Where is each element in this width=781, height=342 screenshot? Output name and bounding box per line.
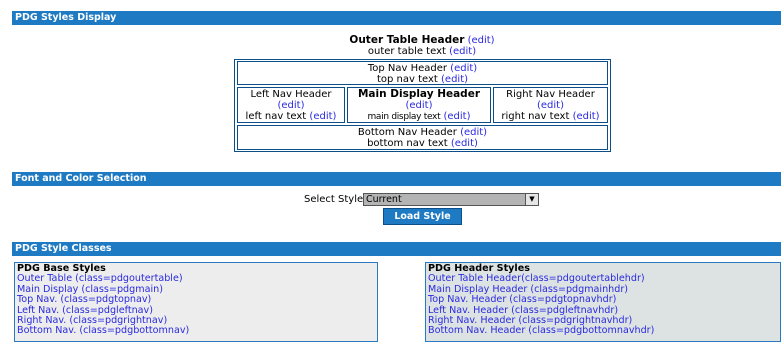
- outer-header-edit-link[interactable]: (edit): [468, 35, 495, 46]
- section-header-styles-display: PDG Styles Display: [12, 11, 781, 25]
- select-style-label: Select Style: [304, 194, 364, 205]
- right-nav-cell: Right Nav Header (edit) right nav text (…: [493, 87, 608, 123]
- main-display-header: Main Display Header: [357, 88, 481, 100]
- outer-table-text: outer table text: [367, 46, 446, 57]
- top-nav-cell: Top Nav Header (edit) top nav text (edit…: [237, 61, 608, 85]
- left-nav-header: Left Nav Header: [250, 89, 332, 100]
- bottom-text-edit-link[interactable]: (edit): [451, 138, 478, 149]
- main-display-cell: Main Display Header (edit) main display …: [347, 87, 491, 123]
- chevron-down-icon[interactable]: ▼: [525, 194, 538, 205]
- base-style-link[interactable]: Bottom Nav. (class=pdgbottomnav): [17, 326, 375, 337]
- right-nav-text: right nav text: [501, 111, 570, 122]
- left-header-edit-link[interactable]: (edit): [277, 100, 304, 111]
- base-styles-list: Outer Table (class=pdgoutertable) Main D…: [17, 273, 375, 337]
- style-select-dropdown[interactable]: Current ▼: [363, 193, 539, 206]
- left-nav-text: left nav text: [245, 111, 307, 122]
- right-text-edit-link[interactable]: (edit): [573, 111, 600, 122]
- bottom-nav-header: Bottom Nav Header: [357, 127, 457, 138]
- left-nav-cell: Left Nav Header (edit) left nav text (ed…: [237, 87, 345, 123]
- load-style-button[interactable]: Load Style: [383, 208, 462, 225]
- main-display-text: main display text: [367, 112, 441, 122]
- main-header-edit-link[interactable]: (edit): [405, 100, 432, 111]
- header-style-link[interactable]: Bottom Nav. Header (class=pdgbottomnavhd…: [428, 326, 778, 337]
- main-text-edit-link[interactable]: (edit): [444, 111, 471, 122]
- header-styles-panel: PDG Header Styles Outer Table Header(cla…: [425, 262, 781, 342]
- top-nav-header: Top Nav Header: [367, 63, 447, 74]
- right-header-edit-link[interactable]: (edit): [537, 100, 564, 111]
- bottom-nav-text: bottom nav text: [367, 138, 448, 149]
- style-select-value: Current: [366, 194, 402, 205]
- section-header-font-color: Font and Color Selection: [12, 172, 781, 186]
- outer-table-preview: Top Nav Header (edit) top nav text (edit…: [234, 59, 611, 152]
- top-header-edit-link[interactable]: (edit): [450, 63, 477, 74]
- section-header-style-classes: PDG Style Classes: [12, 242, 781, 256]
- outer-text-edit-link[interactable]: (edit): [449, 46, 476, 57]
- top-nav-text: top nav text: [376, 74, 438, 85]
- outer-table-header-block: Outer Table Header (edit) outer table te…: [0, 34, 781, 58]
- outer-table-header: Outer Table Header: [349, 34, 465, 46]
- bottom-nav-cell: Bottom Nav Header (edit) bottom nav text…: [237, 125, 608, 150]
- top-text-edit-link[interactable]: (edit): [441, 74, 468, 85]
- right-nav-header: Right Nav Header: [506, 89, 595, 100]
- left-text-edit-link[interactable]: (edit): [309, 111, 336, 122]
- header-styles-list: Outer Table Header(class=pdgoutertablehd…: [428, 273, 778, 337]
- bottom-header-edit-link[interactable]: (edit): [460, 127, 487, 138]
- base-styles-panel: PDG Base Styles Outer Table (class=pdgou…: [14, 262, 378, 342]
